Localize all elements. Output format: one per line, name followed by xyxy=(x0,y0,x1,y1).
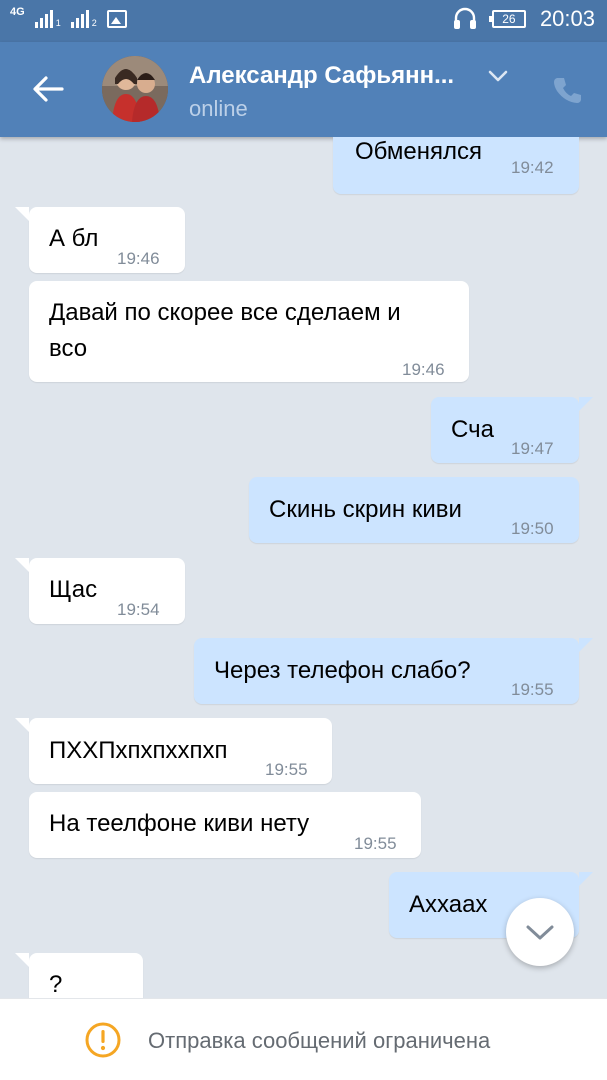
message-text: Давай по скорее все сделаем и xyxy=(49,299,401,326)
message-time: 19:46 xyxy=(117,249,160,268)
back-arrow-icon[interactable] xyxy=(30,74,66,104)
message-list[interactable]: Обменялся 19:42 А бл 19:46 Давай по скор… xyxy=(0,137,607,998)
warning-icon xyxy=(85,1022,121,1058)
message-time: 19:50 xyxy=(511,519,554,538)
phone-icon[interactable] xyxy=(552,75,582,105)
signal-icon-sim1: 1 xyxy=(34,8,61,28)
message-bubble-outgoing[interactable]: Обменялся 19:42 xyxy=(333,137,579,194)
contact-name[interactable]: Александр Сафьянн... xyxy=(189,62,454,90)
message-bubble-incoming[interactable]: ? 19:55 xyxy=(15,953,143,998)
message-text: Щас xyxy=(49,576,98,603)
restriction-notice: Отправка сообщений ограничена xyxy=(148,1028,491,1053)
message-text: ПХХПхпхпххпхп xyxy=(49,737,228,764)
message-time: 19:42 xyxy=(511,158,554,177)
message-time: 19:55 xyxy=(354,834,397,853)
message-time: 19:55 xyxy=(511,680,554,699)
composer-restricted-bar: Отправка сообщений ограничена xyxy=(0,998,607,1080)
chevron-down-icon[interactable] xyxy=(486,68,510,84)
avatar[interactable] xyxy=(102,56,168,122)
message-bubble-incoming[interactable]: ПХХПхпхпххпхп 19:55 xyxy=(15,718,332,784)
contact-status: online xyxy=(189,96,248,121)
image-icon xyxy=(106,10,127,28)
message-time: 19:47 xyxy=(511,439,554,458)
message-bubble-incoming[interactable]: А бл 19:46 xyxy=(15,207,185,273)
battery-icon: 26 xyxy=(488,10,526,28)
signal-icon-sim2: 2 xyxy=(70,8,97,28)
status-bar: 4G 1 2 26 20:03 xyxy=(0,0,607,42)
message-text: На теелфоне киви нету xyxy=(49,810,310,837)
message-text-line2: всо xyxy=(49,335,88,362)
status-time: 20:03 xyxy=(539,6,595,31)
scroll-down-icon xyxy=(526,925,554,940)
message-text: Через телефон слабо? xyxy=(214,657,471,684)
message-time: 19:46 xyxy=(402,360,445,379)
message-time: 19:55 xyxy=(265,760,308,779)
message-text: ? xyxy=(49,971,63,998)
chat-header: Александр Сафьянн... online xyxy=(0,42,607,137)
message-text: Скинь скрин киви xyxy=(269,496,462,523)
message-text: А бл xyxy=(49,225,99,252)
message-time: 19:54 xyxy=(117,600,160,619)
headset-icon xyxy=(453,7,476,29)
network-type: 4G xyxy=(10,6,25,18)
scroll-down-button[interactable] xyxy=(506,898,574,966)
message-bubble-incoming[interactable]: На теелфоне киви нету 19:55 xyxy=(29,792,421,858)
message-time: 19:55 xyxy=(75,987,118,998)
message-bubble-outgoing[interactable]: Сча 19:47 xyxy=(431,397,593,463)
message-text: Обменялся xyxy=(355,138,482,165)
message-bubble-outgoing[interactable]: Скинь скрин киви 19:50 xyxy=(249,477,579,543)
message-bubble-incoming[interactable]: Щас 19:54 xyxy=(15,558,185,624)
message-text: Сча xyxy=(451,416,494,443)
message-text: Аххаах xyxy=(409,891,488,918)
message-bubble-incoming[interactable]: Давай по скорее все сделаем и всо 19:46 xyxy=(29,281,469,382)
message-bubble-outgoing[interactable]: Через телефон слабо? 19:55 xyxy=(194,638,593,704)
